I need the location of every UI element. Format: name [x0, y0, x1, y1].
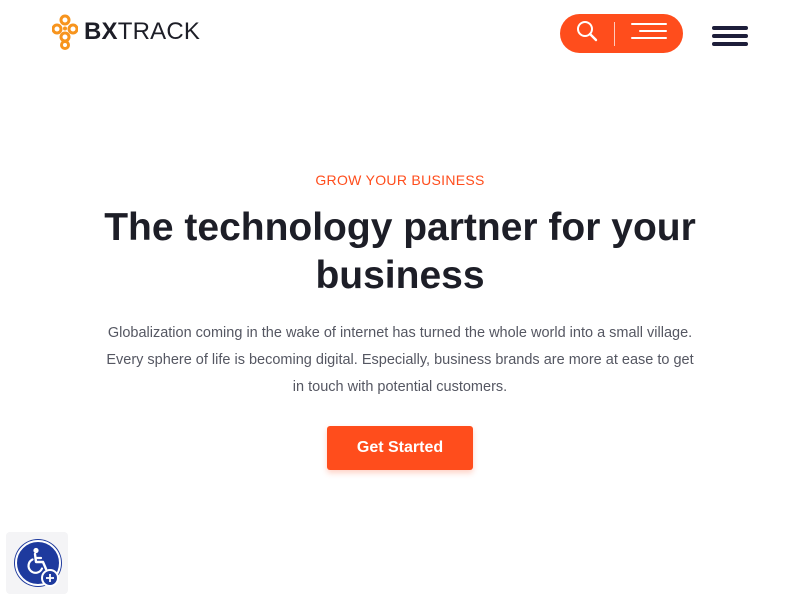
logo-light-text: TRACK — [117, 18, 201, 45]
accessibility-widget — [6, 532, 68, 594]
hero-description: Globalization coming in the wake of inte… — [106, 325, 694, 395]
search-button[interactable] — [560, 14, 614, 53]
search-icon — [576, 20, 598, 47]
hamburger-line — [712, 42, 748, 46]
logo-wordmark: BXTRACK — [84, 20, 200, 44]
menu-lines-icon — [630, 21, 668, 46]
molecule-logo-icon — [52, 14, 78, 50]
hamburger-line — [712, 34, 748, 38]
get-started-button[interactable]: Get Started — [327, 426, 473, 470]
brand-logo[interactable]: BXTRACK — [52, 14, 200, 50]
hero-eyebrow: GROW YOUR BUSINESS — [315, 172, 485, 188]
plus-icon — [41, 569, 59, 587]
page: BXTRACK GROW YOUR BUSINESS The technolog… — [0, 0, 800, 600]
side-menu-button[interactable] — [615, 14, 683, 53]
hamburger-menu-icon[interactable] — [712, 26, 748, 46]
hamburger-line — [712, 26, 748, 30]
search-menu-pill — [560, 14, 683, 53]
hero-headline: The technology partner for your business — [104, 206, 696, 297]
logo-bold-text: BX — [84, 18, 118, 45]
